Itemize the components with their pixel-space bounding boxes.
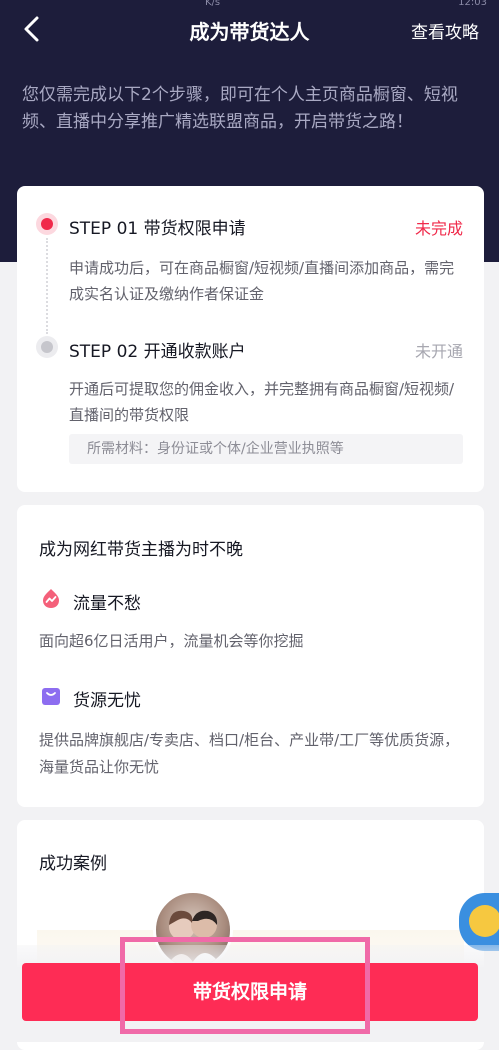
step-1-title[interactable]: STEP 01 带货权限申请	[69, 214, 246, 239]
step-2-description: 开通后可提取您的佣金收入，并完整拥有商品橱窗/短视频/直播间的带货权限	[69, 380, 455, 424]
step-2-status[interactable]: 未开通	[415, 338, 463, 362]
benefit-1-description: 面向超6亿日活用户，流量机会等你挖掘	[39, 632, 304, 650]
benefits-title: 成为网红带货主播为时不晚	[39, 540, 243, 560]
top-nav: 成为带货达人 查看攻略	[0, 0, 499, 60]
step-1-indicator	[41, 218, 53, 230]
step-2-title[interactable]: STEP 02 开通收款账户	[69, 337, 246, 362]
steps-card: STEP 01 带货权限申请 未完成 申请成功后，可在商品橱窗/短视频/直播间添…	[17, 186, 484, 492]
shopping-bag-icon	[40, 685, 62, 707]
benefit-2-description: 提供品牌旗舰店/专卖店、档口/柜台、产业带/工厂等优质货源，海量货品让你无忧	[39, 731, 460, 776]
traffic-icon	[40, 587, 62, 609]
benefit-2-title: 货源无忧	[73, 691, 141, 711]
intro-text: 您仅需完成以下2个步骤，即可在个人主页商品橱窗、短视频、直播中分享推广精选联盟商…	[22, 85, 458, 132]
back-icon[interactable]	[18, 14, 48, 44]
step-2-indicator	[41, 341, 53, 353]
floating-assistant-button[interactable]	[459, 893, 499, 951]
success-cases-title: 成功案例	[39, 854, 107, 874]
apply-permission-button[interactable]: 带货权限申请	[22, 963, 478, 1021]
view-guide-link[interactable]: 查看攻略	[411, 18, 479, 43]
benefits-card: 成为网红带货主播为时不晚 流量不愁 面向超6亿日活用户，流量机会等你挖掘 货源无…	[17, 505, 484, 807]
benefit-1-title: 流量不愁	[73, 594, 141, 614]
required-materials-note: 所需材料：身份证或个体/企业营业执照等	[69, 434, 463, 464]
step-1-description: 申请成功后，可在商品橱窗/短视频/直播间添加商品，需完成实名认证及缴纳作者保证金	[69, 259, 455, 303]
step-connector	[46, 238, 48, 334]
assistant-icon	[469, 905, 499, 937]
step-1-status[interactable]: 未完成	[415, 215, 463, 239]
